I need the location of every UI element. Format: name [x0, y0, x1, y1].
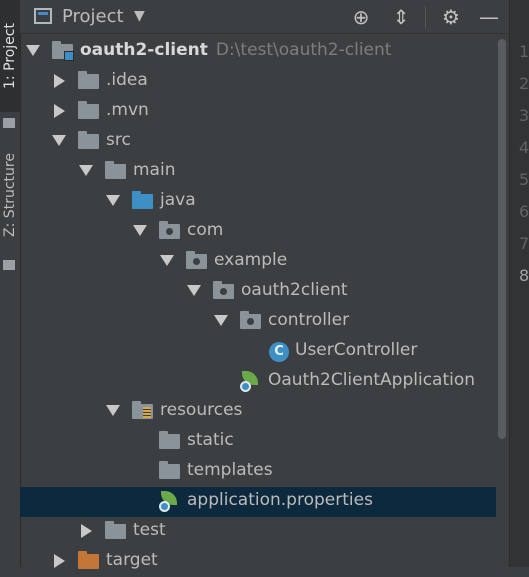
tree-item-label: resources [160, 400, 243, 420]
tree-row-root[interactable]: oauth2-client D:\test\oauth2-client [20, 37, 496, 67]
locate-icon[interactable]: ⊕ [348, 4, 374, 30]
line-number: 5 [519, 170, 529, 189]
tree-row-mvn[interactable]: .mvn [20, 97, 496, 127]
project-tool-tab-label: 1: Project [2, 23, 19, 89]
tree-row-application-properties[interactable]: application.properties [20, 487, 496, 517]
expand-arrow-icon[interactable] [133, 225, 147, 236]
tree-row-resources[interactable]: resources [20, 397, 496, 427]
tree-row-application-class[interactable]: Oauth2ClientApplication [20, 367, 496, 397]
expand-arrow-icon[interactable] [106, 405, 120, 416]
folder-icon [159, 461, 180, 479]
tree-item-label: example [214, 250, 288, 270]
tree-row-templates[interactable]: templates [20, 457, 496, 487]
tree-item-label: java [160, 190, 196, 210]
project-tree: oauth2-client D:\test\oauth2-client .idea… [20, 37, 496, 570]
module-folder-icon [52, 41, 74, 61]
folder-icon [78, 131, 99, 149]
source-folder-icon [132, 191, 153, 209]
collapse-arrow-icon[interactable] [54, 74, 65, 88]
tool-window-strip: 1: Project Z: Structure [0, 0, 21, 567]
line-number: 4 [519, 138, 529, 157]
tree-item-label: application.properties [187, 490, 373, 510]
line-number: 3 [519, 106, 529, 125]
spring-boot-class-icon [240, 371, 262, 393]
line-number: 6 [519, 202, 529, 221]
expand-arrow-icon[interactable] [214, 315, 228, 326]
scrollbar-thumb[interactable] [498, 39, 506, 439]
tree-row-test[interactable]: test [20, 517, 496, 547]
expand-arrow-icon[interactable] [160, 255, 174, 266]
tree-item-label: target [106, 550, 158, 570]
resources-folder-icon [132, 401, 153, 419]
folder-icon [105, 161, 126, 179]
line-number-active: 8 [519, 266, 529, 285]
class-icon: C [269, 342, 289, 362]
tree-row-idea[interactable]: .idea [20, 67, 496, 97]
tree-item-label: com [187, 220, 224, 240]
tree-row-java[interactable]: java [20, 187, 496, 217]
tree-item-label: templates [187, 460, 273, 480]
collapse-arrow-icon[interactable] [81, 524, 92, 538]
tree-row-main[interactable]: main [20, 157, 496, 187]
line-number: 7 [519, 234, 529, 253]
hide-icon[interactable]: — [476, 4, 502, 30]
tree-scrollbar[interactable] [496, 37, 508, 567]
tree-row-com[interactable]: com [20, 217, 496, 247]
gear-badge-icon [159, 501, 170, 512]
tree-row-src[interactable]: src [20, 127, 496, 157]
tree-item-label: Oauth2ClientApplication [268, 370, 476, 390]
expand-arrow-icon[interactable] [106, 195, 120, 206]
root-module-label: oauth2-client D:\test\oauth2-client [80, 40, 391, 60]
package-icon [240, 311, 261, 329]
collapse-arrow-icon[interactable] [54, 554, 65, 568]
tree-row-oauth2client[interactable]: oauth2client [20, 277, 496, 307]
caret-down-icon[interactable]: ▼ [134, 8, 145, 24]
tree-row-target[interactable]: target [20, 547, 496, 577]
project-tab-icon [3, 118, 15, 128]
tree-item-label: test [133, 520, 166, 540]
tree-item-label: src [106, 130, 131, 150]
folder-icon [78, 71, 99, 89]
structure-tool-tab[interactable]: Z: Structure [0, 135, 20, 255]
expand-arrow-icon[interactable] [79, 165, 93, 176]
line-number: 1 [519, 42, 529, 61]
tree-item-label: oauth2client [241, 280, 348, 300]
tree-row-static[interactable]: static [20, 427, 496, 457]
collapse-all-icon[interactable]: ⇕ [388, 4, 414, 30]
package-icon [213, 281, 234, 299]
folder-icon [78, 101, 99, 119]
tree-row-example[interactable]: example [20, 247, 496, 277]
root-module-name: oauth2-client [80, 40, 208, 60]
folder-icon [159, 431, 180, 449]
tree-item-label: static [187, 430, 234, 450]
project-panel-header: Project ▼ ⊕ ⇕ ⚙ — [20, 0, 509, 34]
package-icon [186, 251, 207, 269]
expand-arrow-icon[interactable] [187, 285, 201, 296]
tree-row-controller[interactable]: controller [20, 307, 496, 337]
header-separator [425, 6, 426, 28]
gear-icon[interactable]: ⚙ [438, 4, 464, 30]
tree-item-label: main [133, 160, 176, 180]
window-icon [34, 8, 52, 24]
expand-arrow-icon[interactable] [26, 45, 40, 56]
folder-icon [105, 521, 126, 539]
panel-title[interactable]: Project [62, 6, 124, 27]
module-badge-icon [64, 51, 74, 61]
expand-arrow-icon[interactable] [52, 135, 66, 146]
root-module-path: D:\test\oauth2-client [215, 40, 392, 60]
package-icon [159, 221, 180, 239]
editor-gutter: 1 2 3 4 5 6 7 8 [509, 0, 529, 567]
collapse-arrow-icon[interactable] [54, 104, 65, 118]
project-tool-tab[interactable]: 1: Project [0, 0, 20, 112]
spring-properties-icon [159, 491, 181, 513]
line-number: 2 [519, 74, 529, 93]
structure-tool-tab-label: Z: Structure [2, 153, 19, 237]
tree-item-label: .idea [106, 70, 148, 90]
structure-tab-icon [3, 260, 15, 270]
tree-item-label: controller [268, 310, 350, 330]
tree-item-label: .mvn [106, 100, 149, 120]
gear-badge-icon [240, 381, 251, 392]
tree-item-label: UserController [295, 340, 418, 360]
tree-row-usercontroller[interactable]: C UserController [20, 337, 496, 367]
